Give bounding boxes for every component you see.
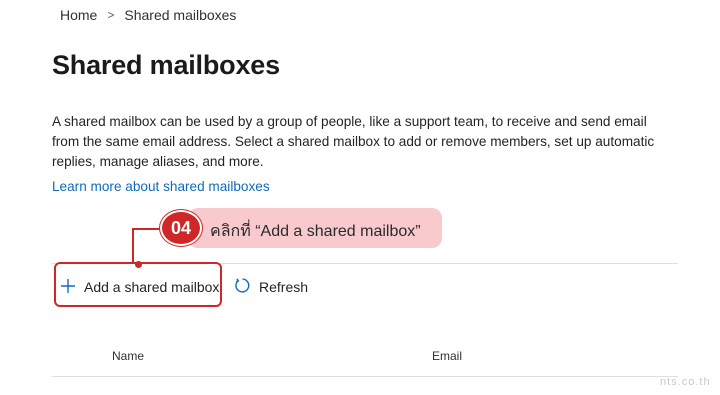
- refresh-icon: [234, 277, 251, 297]
- refresh-label: Refresh: [259, 279, 309, 295]
- annotation-step-badge: 04: [160, 210, 202, 246]
- learn-more-link[interactable]: Learn more about shared mailboxes: [52, 179, 270, 194]
- breadcrumb-home[interactable]: Home: [60, 7, 97, 23]
- breadcrumb: Home > Shared mailboxes: [60, 6, 236, 24]
- column-header-email[interactable]: Email: [432, 349, 462, 363]
- page-description: A shared mailbox can be used by a group …: [52, 114, 655, 169]
- breadcrumb-current: Shared mailboxes: [124, 7, 237, 23]
- watermark: nts.co.th: [660, 376, 711, 388]
- page-title: Shared mailboxes: [52, 50, 280, 80]
- breadcrumb-separator: >: [107, 8, 115, 22]
- column-header-name[interactable]: Name: [112, 349, 144, 363]
- annotation-highlight-box: [54, 262, 222, 307]
- annotation-connector-line: [132, 228, 162, 264]
- annotation-connector-dot: [135, 261, 142, 268]
- refresh-button[interactable]: Refresh: [234, 277, 308, 297]
- table-divider: [52, 376, 678, 377]
- annotation-text: คลิกที่ “Add a shared mailbox”: [210, 223, 421, 240]
